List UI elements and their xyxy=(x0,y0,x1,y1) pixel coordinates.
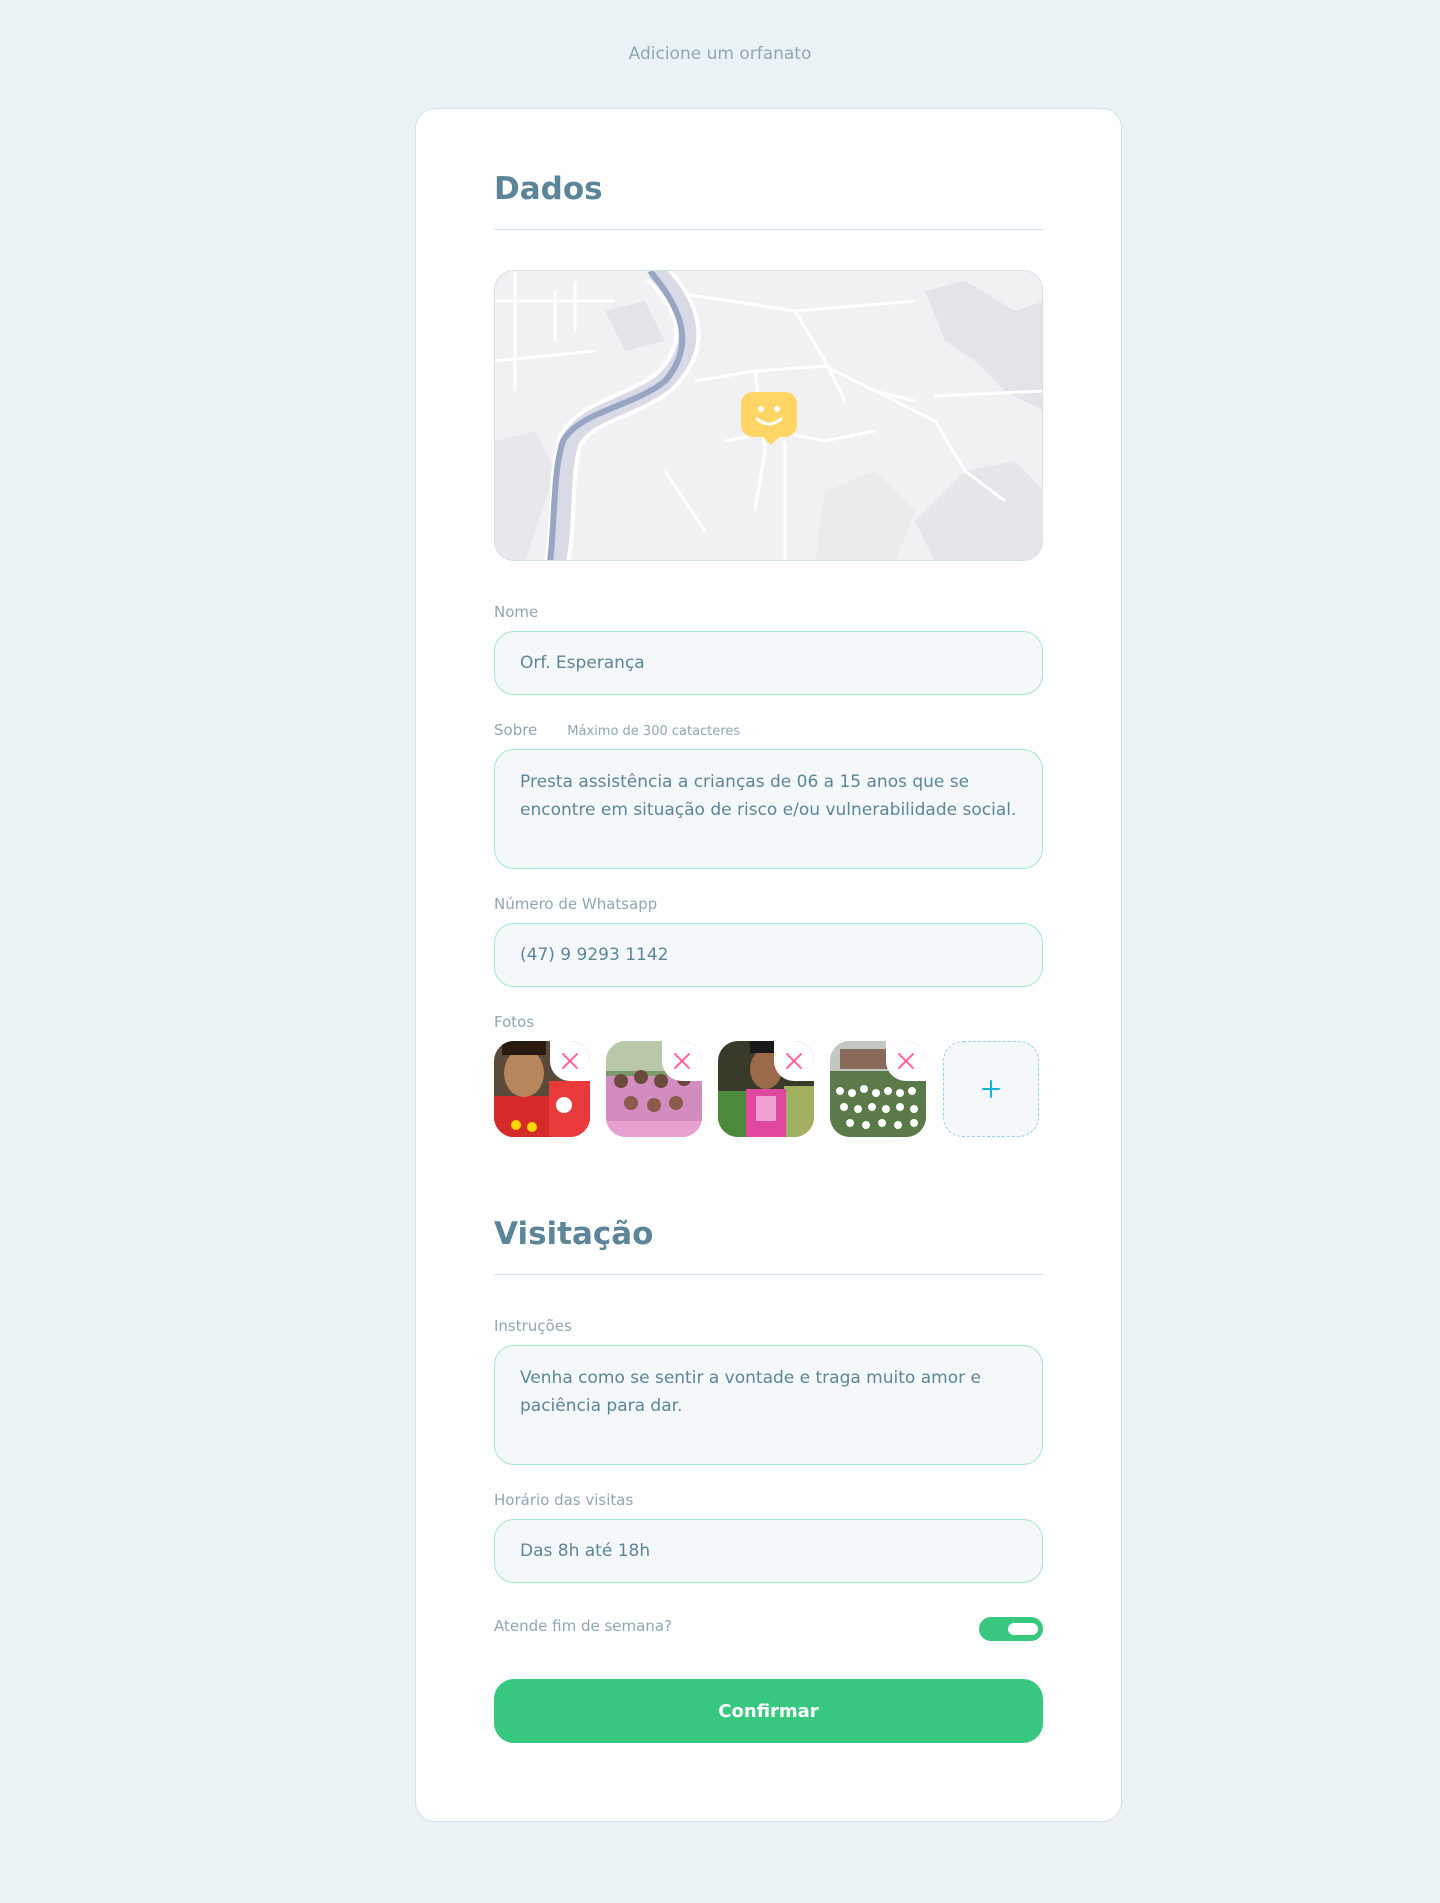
confirm-button[interactable]: Confirmar xyxy=(494,1679,1043,1743)
instrucoes-textarea[interactable]: Venha como se sentir a vontade e traga m… xyxy=(494,1345,1043,1465)
section-title-dados: Dados xyxy=(494,171,1043,230)
remove-photo-button[interactable] xyxy=(550,1041,590,1081)
instrucoes-label: Instruções xyxy=(494,1317,572,1335)
weekend-toggle-label: Atende fim de semana? xyxy=(494,1617,672,1635)
plus-icon xyxy=(982,1080,1000,1098)
photo-thumbnail xyxy=(606,1041,702,1137)
nome-label: Nome xyxy=(494,603,539,621)
location-map[interactable] xyxy=(494,270,1043,561)
toggle-knob xyxy=(1008,1623,1038,1635)
close-icon xyxy=(898,1053,914,1069)
sobre-hint: Máximo de 300 catacteres xyxy=(567,724,741,739)
map-canvas xyxy=(495,271,1042,560)
horario-label: Horário das visitas xyxy=(494,1491,634,1509)
weekend-toggle[interactable] xyxy=(979,1617,1043,1641)
sobre-label-text: Sobre xyxy=(494,721,538,739)
photo-thumbnail xyxy=(494,1041,590,1137)
remove-photo-button[interactable] xyxy=(662,1041,702,1081)
nome-input[interactable]: Orf. Esperança xyxy=(494,631,1043,695)
remove-photo-button[interactable] xyxy=(886,1041,926,1081)
whatsapp-label: Número de Whatsapp xyxy=(494,895,658,913)
remove-photo-button[interactable] xyxy=(774,1041,814,1081)
create-orphanage-form: Dados Nome Orf. Esperança Sobre Máximo d… xyxy=(415,108,1122,1822)
section-title-visitacao: Visitação xyxy=(494,1216,1043,1275)
close-icon xyxy=(562,1053,578,1069)
close-icon xyxy=(674,1053,690,1069)
close-icon xyxy=(786,1053,802,1069)
photo-thumbnail xyxy=(830,1041,926,1137)
weekend-toggle-row: Atende fim de semana? xyxy=(494,1617,1043,1641)
add-photo-button[interactable] xyxy=(943,1041,1039,1137)
photo-thumbnail xyxy=(718,1041,814,1137)
whatsapp-input[interactable]: (47) 9 9293 1142 xyxy=(494,923,1043,987)
horario-input[interactable]: Das 8h até 18h xyxy=(494,1519,1043,1583)
fotos-label: Fotos xyxy=(494,1013,535,1031)
sobre-textarea[interactable]: Presta assistência a crianças de 06 a 15… xyxy=(494,749,1043,869)
page-header: Adicione um orfanato xyxy=(628,44,812,64)
sobre-label: Sobre Máximo de 300 catacteres xyxy=(494,721,740,739)
